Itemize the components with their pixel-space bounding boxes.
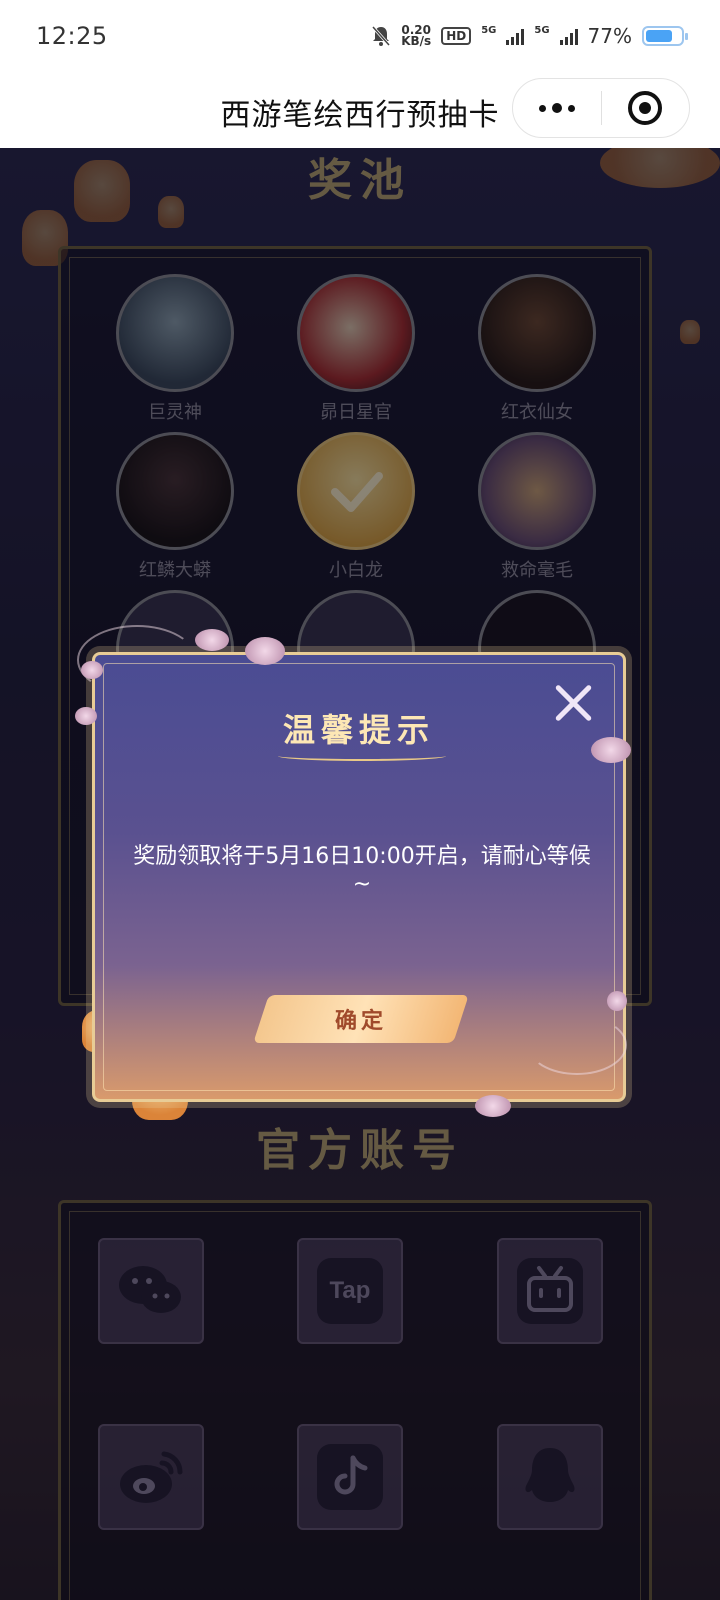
confirm-button[interactable]: 确定	[253, 995, 469, 1043]
close-x-icon[interactable]	[553, 683, 593, 723]
flower-decoration	[607, 991, 627, 1011]
sim2-label: 5G	[534, 24, 550, 36]
flower-decoration	[475, 1095, 511, 1117]
status-bar: 12:25 0.20 KB/s HD 5G 5G 77%	[0, 0, 720, 72]
dialog-message: 奖励领取将于5月16日10:00开启，请耐心等候~	[133, 844, 591, 897]
vine-decoration	[527, 1015, 627, 1075]
sim1-label: 5G	[481, 24, 497, 36]
signal-icon-2	[559, 27, 578, 45]
status-icons: 0.20 KB/s HD 5G 5G 77%	[371, 24, 688, 48]
net-speed-unit: KB/s	[401, 34, 432, 48]
dialog-title: 温馨提示	[282, 711, 435, 749]
battery-fill	[646, 30, 673, 42]
exit-button[interactable]	[602, 79, 690, 137]
title-ornament	[278, 751, 446, 761]
status-time: 12:25	[36, 22, 108, 50]
more-button[interactable]	[513, 79, 601, 137]
mute-bell-icon	[372, 26, 391, 46]
hd-icon: HD	[441, 27, 472, 45]
vine-decoration	[77, 625, 197, 695]
flower-decoration	[75, 707, 97, 725]
tip-dialog: 温馨提示 奖励领取将于5月16日10:00开启，请耐心等候~ 确定	[75, 625, 631, 1117]
mini-program-titlebar: 西游笔绘西行预抽卡	[0, 72, 720, 148]
battery-percent: 77%	[587, 24, 632, 48]
target-circle-icon	[628, 91, 663, 125]
signal-icon	[506, 27, 525, 45]
battery-icon	[642, 26, 688, 46]
flower-decoration	[81, 661, 103, 679]
net-speed: 0.20 KB/s	[401, 24, 432, 48]
more-dots-icon	[538, 103, 575, 113]
flower-decoration	[195, 629, 229, 651]
confirm-button-label: 确定	[334, 1008, 387, 1034]
capsule-menu	[512, 78, 690, 138]
flower-decoration	[591, 737, 631, 763]
flower-decoration	[245, 637, 285, 665]
